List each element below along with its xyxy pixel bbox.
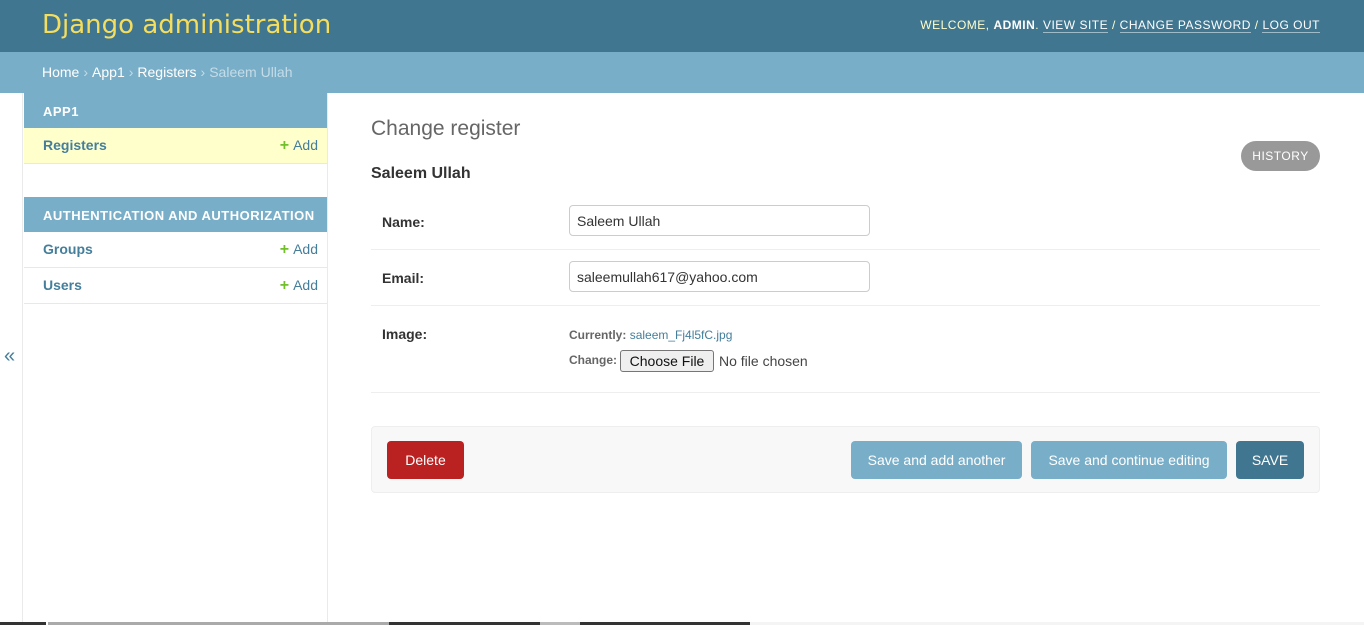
email-label: Email: [382, 270, 425, 286]
choose-file-button[interactable]: Choose File [620, 350, 714, 372]
sidebar-link-users[interactable]: Users [43, 277, 82, 293]
breadcrumb-app1[interactable]: App1 [92, 64, 125, 80]
save-and-continue-button[interactable]: Save and continue editing [1031, 441, 1227, 479]
breadcrumb-home[interactable]: Home [42, 64, 79, 80]
form-row-email: Email: [371, 250, 1320, 306]
collapse-sidebar-icon[interactable]: « [4, 345, 15, 368]
currently-line: Currently: saleem_Fj4l5fC.jpg [569, 328, 732, 342]
welcome-suffix: . [1035, 18, 1043, 32]
log-out-link[interactable]: LOG OUT [1262, 18, 1320, 33]
sidebar-link-registers[interactable]: Registers [43, 137, 107, 153]
change-label: Change: [569, 353, 617, 367]
module-caption-auth[interactable]: AUTHENTICATION AND AUTHORIZATION [24, 197, 327, 232]
add-registers-link[interactable]: + Add [280, 137, 318, 155]
breadcrumb-current: Saleem Ullah [209, 64, 293, 80]
breadcrumb-registers[interactable]: Registers [137, 64, 196, 80]
no-file-status: No file chosen [719, 353, 808, 369]
history-button[interactable]: HISTORY [1241, 141, 1320, 171]
page-title: Change register [371, 117, 521, 140]
add-label: Add [293, 277, 318, 293]
user-tools-sep: / [1108, 18, 1120, 32]
welcome-prefix: WELCOME, [920, 18, 994, 32]
nav-sidebar: APP1 Registers + Add AUTHENTICATION AND A… [23, 93, 328, 625]
add-label: Add [293, 241, 318, 257]
form-row-name: Name: [371, 194, 1320, 250]
change-password-link[interactable]: CHANGE PASSWORD [1119, 18, 1251, 33]
nav-sidebar-toggle[interactable]: « [0, 93, 23, 625]
currently-label: Currently: [569, 328, 627, 342]
breadcrumb-separator: › [83, 64, 89, 80]
form-row-image: Image: [371, 306, 1320, 393]
sidebar-item-users: Users + Add [24, 268, 327, 304]
object-title: Saleem Ullah [371, 165, 471, 182]
breadcrumb-separator: › [200, 64, 206, 80]
add-label: Add [293, 137, 318, 153]
user-tools: WELCOME, ADMIN. VIEW SITE / CHANGE PASSW… [920, 18, 1320, 33]
site-brand[interactable]: Django administration [42, 10, 331, 40]
site-header: Django administration WELCOME, ADMIN. VI… [0, 0, 1364, 52]
current-file-link[interactable]: saleem_Fj4l5fC.jpg [630, 328, 733, 342]
save-and-add-another-button[interactable]: Save and add another [851, 441, 1022, 479]
submit-row: Delete Save and add another Save and con… [371, 426, 1320, 493]
username: ADMIN [993, 18, 1036, 32]
name-label: Name: [382, 214, 425, 230]
add-groups-link[interactable]: + Add [280, 241, 318, 259]
name-field[interactable] [569, 205, 870, 236]
module-spacer [23, 164, 327, 197]
plus-icon: + [279, 137, 290, 154]
save-button[interactable]: SAVE [1236, 441, 1304, 479]
plus-icon: + [279, 241, 290, 258]
add-users-link[interactable]: + Add [280, 277, 318, 295]
view-site-link[interactable]: VIEW SITE [1042, 18, 1109, 33]
image-label: Image: [382, 326, 428, 342]
sidebar-item-groups: Groups + Add [24, 232, 327, 268]
sidebar-link-groups[interactable]: Groups [43, 241, 93, 257]
breadcrumb: Home › App1 › Registers › Saleem Ullah [0, 52, 1364, 93]
module-caption-app1[interactable]: APP1 [24, 93, 327, 128]
plus-icon: + [279, 277, 290, 294]
user-tools-sep: / [1250, 18, 1263, 32]
email-field[interactable] [569, 261, 870, 292]
delete-button[interactable]: Delete [387, 441, 464, 479]
breadcrumb-separator: › [128, 64, 134, 80]
sidebar-item-registers: Registers + Add [24, 128, 327, 164]
